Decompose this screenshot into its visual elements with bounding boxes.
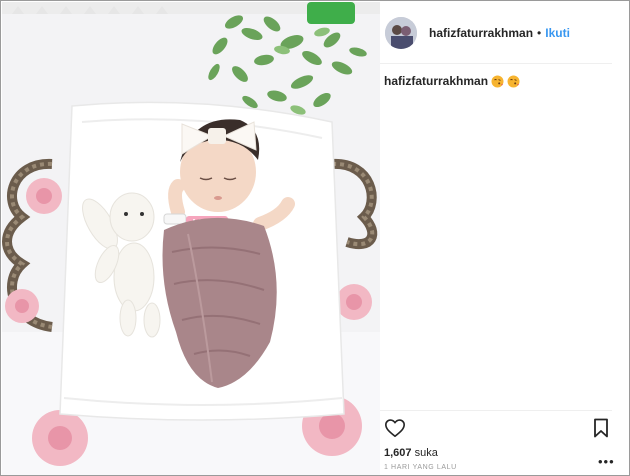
header-divider bbox=[380, 63, 612, 64]
post-header: hafizfaturrakhman • Ikuti bbox=[380, 2, 629, 63]
separator-dot: • bbox=[537, 25, 542, 40]
post-timestamp: 1 HARI YANG LALU bbox=[384, 464, 457, 471]
kiss-emoji-icon bbox=[491, 75, 504, 88]
post-photo[interactable] bbox=[2, 2, 380, 475]
more-options-icon[interactable]: ••• bbox=[598, 454, 615, 469]
actions-divider bbox=[380, 410, 612, 411]
post-details-panel: hafizfaturrakhman • Ikuti hafizfaturrakh… bbox=[380, 2, 629, 475]
kiss-emoji-icon bbox=[507, 75, 520, 88]
post-caption: hafizfaturrakhman bbox=[384, 74, 520, 88]
author-username[interactable]: hafizfaturrakhman bbox=[429, 26, 533, 40]
likes-number: 1,607 bbox=[384, 447, 412, 459]
follow-button[interactable]: Ikuti bbox=[545, 26, 570, 40]
heart-icon[interactable] bbox=[384, 417, 406, 439]
likes-count[interactable]: 1,607 suka bbox=[384, 447, 438, 459]
post-modal: hafizfaturrakhman • Ikuti hafizfaturrakh… bbox=[0, 0, 630, 476]
avatar[interactable] bbox=[385, 16, 417, 49]
caption-username[interactable]: hafizfaturrakhman bbox=[384, 74, 488, 88]
bookmark-icon[interactable] bbox=[592, 418, 610, 438]
likes-label: suka bbox=[414, 447, 438, 459]
